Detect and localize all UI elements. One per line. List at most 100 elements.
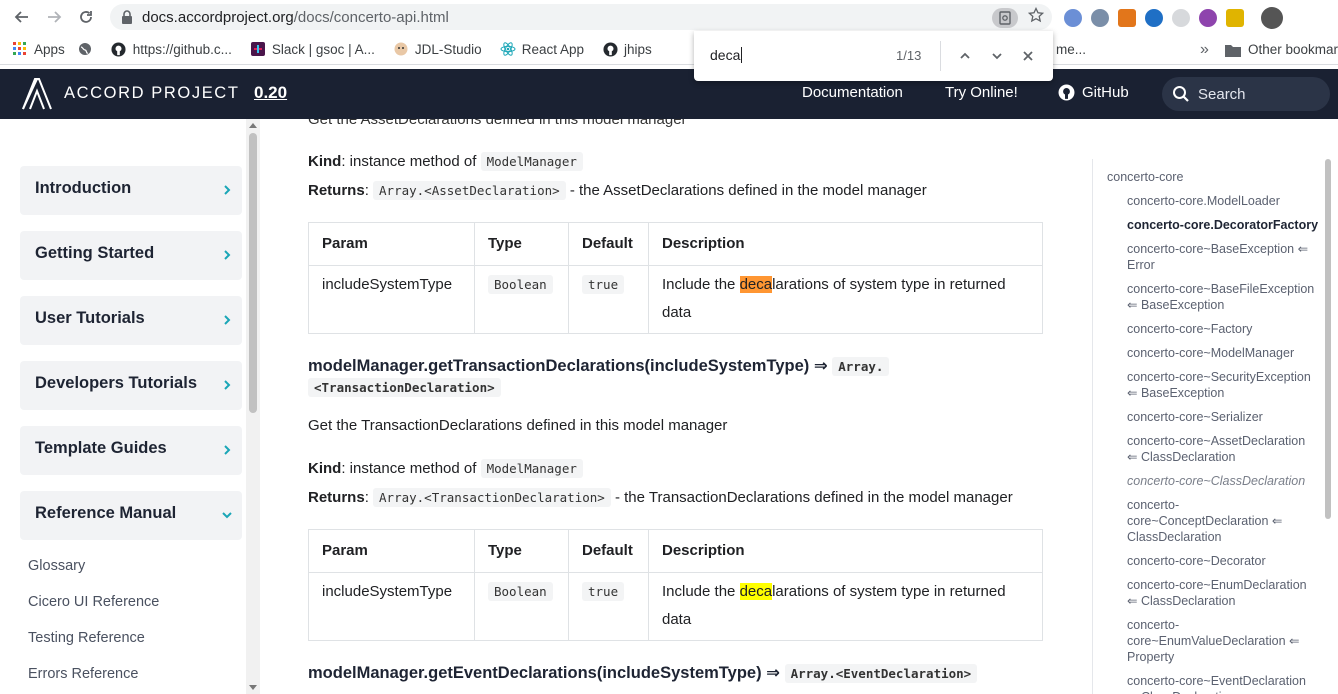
version-link[interactable]: 0.20 [254,83,287,103]
kind-line: Kind: instance method of ModelManager [308,152,583,171]
nav-github[interactable]: GitHub [1058,84,1129,101]
toc-item[interactable]: concerto-core~EnumValueDeclaration ⇐ Prop… [1127,617,1323,665]
reload-button[interactable] [74,5,98,29]
sidebar-item-label: Developers Tutorials [35,374,197,392]
toc-scrollbar[interactable] [1324,159,1334,519]
toc-item[interactable]: concerto-core~EventDeclaration⇐ ClassDec… [1127,673,1323,694]
nav-try-online[interactable]: Try Online! [945,84,1018,101]
other-bookmarks[interactable]: » Other bookmar [1200,34,1338,65]
extension-wave-icon[interactable] [1199,9,1217,27]
returns-code: Array.<TransactionDeclaration> [373,488,611,507]
param-type: Boolean [474,265,569,334]
method-heading[interactable]: modelManager.getTransactionDeclarations(… [308,356,948,398]
sidebar-scrollbar[interactable] [246,119,260,694]
bookmark-jhips[interactable]: jhips [602,41,652,57]
search-input[interactable]: Search [1162,77,1330,111]
returns-line: Returns: Array.<AssetDeclaration> - the … [308,181,927,200]
toc-item-line: Property [1127,650,1175,664]
find-previous-button[interactable] [955,46,975,66]
kind-line: Kind: instance method of ModelManager [308,459,583,478]
bookmark-label: jhips [624,41,652,57]
method-heading[interactable]: modelManager.getEventDeclarations(includ… [308,663,978,684]
toc-item[interactable]: concerto-core~AssetDeclaration ⇐ ClassDec… [1127,433,1323,465]
sidebar-link-testing-reference[interactable]: Testing Reference [28,630,145,646]
extension-blue-icon[interactable] [1064,9,1082,27]
kind-code: ModelManager [480,152,583,171]
returns-line: Returns: Array.<TransactionDeclaration> … [308,488,1013,507]
param-description: Include the decalarations of system type… [648,265,1043,334]
sidebar-item-reference-manual[interactable]: Reference Manual [20,491,242,540]
toc-item[interactable]: concerto-core~Serializer [1127,409,1323,425]
toc-item-line: concerto-core~Decorator [1127,554,1266,568]
bookmark-slack[interactable]: Slack | gsoc | A... [250,41,375,57]
toc-item[interactable]: concerto-core~ConceptDeclaration ⇐ ClassD… [1127,497,1323,545]
scrollbar-thumb[interactable] [1325,159,1331,519]
param-name: includeSystemType [308,265,475,334]
toc-item[interactable]: concerto-core~ModelManager [1127,345,1323,361]
lock-icon [120,10,134,24]
toc-item[interactable]: concerto-core~Factory [1127,321,1323,337]
toc-item-line: concerto-core~EnumDeclaration [1127,578,1307,592]
toc-item-line: concerto-core~BaseException ⇐ [1127,242,1309,256]
extension-ring-icon[interactable] [1172,9,1190,27]
table-header-row: Param Type Default Description [308,222,1043,266]
bookmark-react-app[interactable]: React App [500,41,584,57]
extension-icons [1064,7,1283,29]
chevron-double-right-icon[interactable]: » [1200,41,1209,59]
toc-item[interactable]: concerto-core~SecurityException ⇐ BaseExc… [1127,369,1323,401]
sidebar-link-cicero-ui-reference[interactable]: Cicero UI Reference [28,594,159,610]
returns-label: Returns [308,489,365,506]
avatar[interactable] [1261,7,1283,29]
toc-item[interactable]: concerto-core~BaseException ⇐ Error [1127,241,1323,273]
extension-pencil-icon[interactable] [1226,9,1244,27]
toc-item[interactable]: concerto-core~EnumDeclaration ⇐ ClassDecl… [1127,577,1323,609]
bookmark-label: JDL-Studio [414,41,482,57]
sidebar-item-template-guides[interactable]: Template Guides [20,426,242,475]
bookmark-globe[interactable] [77,41,99,57]
bookmark-github[interactable]: https://github.c... [111,41,232,57]
method-signature: modelManager.getEventDeclarations(includ… [308,664,785,682]
metamask-icon[interactable] [1118,9,1136,27]
scrollbar-thumb[interactable] [249,133,257,413]
scroll-up-icon[interactable] [249,123,257,128]
forward-button[interactable] [42,5,66,29]
find-close-button[interactable] [1018,46,1038,66]
nav-documentation[interactable]: Documentation [802,84,903,101]
find-next-button[interactable] [987,46,1007,66]
find-in-page-icon[interactable] [992,7,1018,28]
param-type: Boolean [474,572,569,641]
bookmark-overflow-item[interactable]: me... [1056,42,1086,57]
sidebar-item-developers-tutorials[interactable]: Developers Tutorials [20,361,242,410]
chevron-right-icon [224,250,231,260]
divider [940,41,941,71]
bookmark-apps[interactable]: Apps [12,41,65,57]
sidebar-link-errors-reference[interactable]: Errors Reference [28,666,138,682]
bookmark-label: me... [1056,41,1087,57]
toc-item[interactable]: concerto-core~Decorator [1127,553,1323,569]
toc-item[interactable]: concerto-core.DecoratorFactory [1127,217,1323,233]
back-button[interactable] [10,5,34,29]
find-input[interactable]: deca [710,47,743,63]
scroll-down-icon[interactable] [249,685,257,690]
url-host: docs.accordproject.org [142,8,294,26]
table-header: Description [648,529,1043,573]
toc-root[interactable]: concerto-core [1107,169,1183,185]
table-header: Default [568,222,649,266]
extension-gear-icon[interactable] [1145,9,1163,27]
bookmark-jdl-studio[interactable]: JDL-Studio [393,41,482,57]
address-bar[interactable]: docs.accordproject.org/docs/concerto-api… [110,4,1052,30]
toc-item[interactable]: concerto-core~BaseFileException ⇐ BaseExc… [1127,281,1323,313]
sidebar-link-glossary[interactable]: Glossary [28,558,85,574]
accord-logo-icon[interactable] [20,77,54,111]
brand-name[interactable]: ACCORD PROJECT [64,84,240,103]
toc-item[interactable]: concerto-core.ModelLoader [1127,193,1323,209]
sidebar-item-getting-started[interactable]: Getting Started [20,231,242,280]
toc-item-line: concerto-core~SecurityException [1127,370,1311,384]
sidebar-item-introduction[interactable]: Introduction [20,166,242,215]
toc-item[interactable]: concerto-core~ClassDeclaration [1127,473,1323,489]
apps-grid-icon [12,41,28,57]
toc-item-line: concerto-core~AssetDeclaration [1127,434,1306,448]
star-icon[interactable] [1027,6,1045,28]
extension-bird-icon[interactable] [1091,9,1109,27]
sidebar-item-user-tutorials[interactable]: User Tutorials [20,296,242,345]
